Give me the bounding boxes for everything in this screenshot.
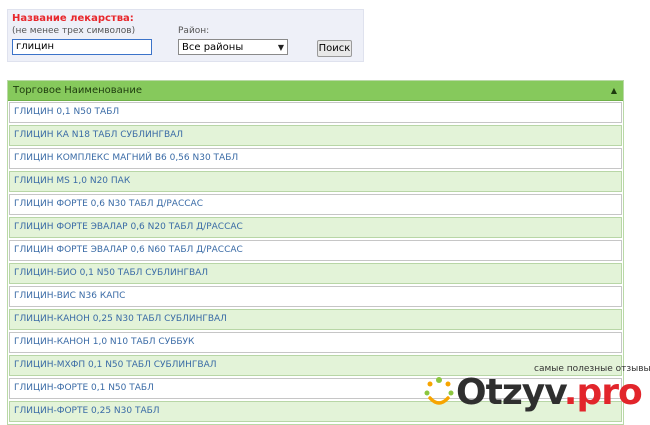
table-row[interactable]: ГЛИЦИН-КАНОН 1,0 N10 ТАБЛ СУББУК [9, 332, 622, 353]
table-row[interactable]: ГЛИЦИН MS 1,0 N20 ПАК [9, 171, 622, 192]
column-header-trade-name[interactable]: Торговое Наименование ▲ [8, 81, 623, 101]
table-row[interactable]: ГЛИЦИН-ВИС N36 КАПС [9, 286, 622, 307]
table-row[interactable]: ГЛИЦИН КА N18 ТАБЛ СУБЛИНГВАЛ [9, 125, 622, 146]
district-selected-value: Все районы [182, 42, 244, 53]
table-row[interactable]: ГЛИЦИН КОМПЛЕКС МАГНИЙ B6 0,56 N30 ТАБЛ [9, 148, 622, 169]
table-row[interactable]: ГЛИЦИН-КАНОН 0,25 N30 ТАБЛ СУБЛИНГВАЛ [9, 309, 622, 330]
column-header-label: Торговое Наименование [13, 85, 142, 96]
drug-name-label: Название лекарства: [12, 13, 134, 24]
table-row[interactable]: ГЛИЦИН ФОРТЕ 0,6 N30 ТАБЛ Д/РАССАС [9, 194, 622, 215]
otzyv-logo-icon [424, 377, 454, 405]
drug-name-input[interactable]: глицин [12, 39, 152, 55]
watermark-brand: Otzyv.pro [456, 372, 643, 413]
search-button[interactable]: Поиск [317, 40, 352, 57]
brand-main: Otzyv [456, 372, 565, 413]
district-select[interactable]: Все районы ▼ [178, 39, 288, 55]
min-chars-hint: (не менее трех символов) [12, 26, 136, 36]
table-row[interactable]: ГЛИЦИН-БИО 0,1 N50 ТАБЛ СУБЛИНГВАЛ [9, 263, 622, 284]
table-row[interactable]: ГЛИЦИН 0,1 N50 ТАБЛ [9, 102, 622, 123]
dropdown-arrow-icon: ▼ [277, 43, 284, 52]
search-panel: Название лекарства: (не менее трех симво… [7, 9, 364, 62]
district-label: Район: [178, 26, 210, 36]
brand-tld: .pro [563, 372, 643, 413]
sort-ascending-icon: ▲ [610, 86, 617, 95]
otzyv-watermark: самые полезные отзывы Otzyv.pro [420, 362, 650, 416]
table-row[interactable]: ГЛИЦИН ФОРТЕ ЭВАЛАР 0,6 N20 ТАБЛ Д/РАССА… [9, 217, 622, 238]
table-row[interactable]: ГЛИЦИН ФОРТЕ ЭВАЛАР 0,6 N60 ТАБЛ Д/РАССА… [9, 240, 622, 261]
